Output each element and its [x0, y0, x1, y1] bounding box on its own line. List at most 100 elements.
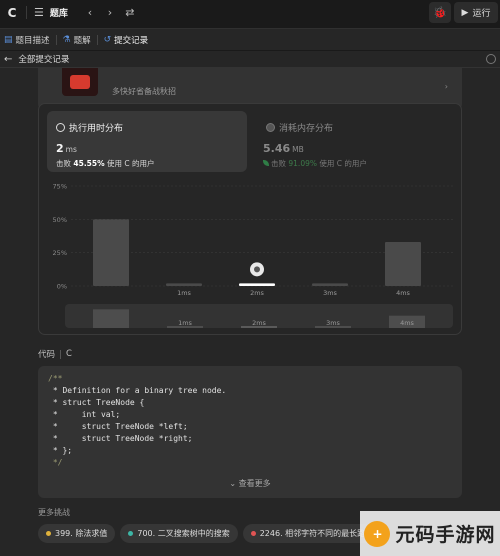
code-line: * int val; — [48, 410, 121, 419]
next-problem-icon[interactable]: › — [100, 6, 120, 19]
memory-title-text: 消耗内存分布 — [279, 124, 334, 134]
play-icon: ▶ — [461, 7, 469, 18]
code-line: * struct TreeNode *left; — [48, 422, 188, 431]
code-line: * struct TreeNode *right; — [48, 434, 193, 443]
runtime-title: 执行用时分布 — [56, 121, 123, 134]
runtime-value: 2 ms — [56, 142, 77, 155]
difficulty-dot — [46, 531, 51, 536]
flask-icon: ⚗ — [62, 34, 71, 45]
tab-label: 题解 — [73, 35, 91, 46]
histogram-bar[interactable] — [93, 219, 129, 286]
back-row: ← 全部提交记录 — [0, 51, 500, 68]
settings-icon[interactable] — [486, 54, 496, 64]
histogram-scroll-preview[interactable]: 1ms 2ms 3ms 4ms — [65, 304, 453, 328]
divider — [60, 349, 62, 359]
code-line: /** — [48, 374, 63, 383]
list-icon[interactable]: ☰ — [34, 6, 44, 19]
tab-description[interactable]: ▤ 题目描述 — [0, 34, 54, 46]
challenge-list: 399. 除法求值 700. 二叉搜索树中的搜索 2246. 相邻字符不同的最长… — [38, 524, 382, 543]
memory-title: 消耗内存分布 — [266, 121, 333, 134]
divider — [55, 34, 57, 45]
memory-value: 5.46 MB — [263, 142, 304, 155]
achievement-text: 多快好省备战秋招 — [112, 87, 176, 96]
debug-button[interactable]: 🐞 — [429, 2, 451, 23]
histogram-svg: 75% 50% 25% 0% 1ms 2ms 3ms 4ms — [53, 183, 453, 296]
badge-image — [70, 75, 90, 89]
chevron-right-icon: › — [444, 82, 448, 91]
leaf-icon — [263, 160, 269, 166]
all-submissions-link[interactable]: 全部提交记录 — [18, 53, 69, 65]
tab-submissions[interactable]: ↺ 提交记录 — [100, 34, 153, 46]
y-tick-label: 75% — [53, 183, 67, 191]
memory-number: 5.46 — [263, 142, 291, 155]
x-tick-label: 1ms — [177, 289, 191, 296]
performance-distribution: 执行用时分布 2 ms 击败 45.55% 使用 C 的用户 消耗内存分布 5.4… — [38, 103, 462, 335]
challenge-chip[interactable]: 700. 二叉搜索树中的搜索 — [120, 524, 238, 543]
beat-prefix: 击败 — [271, 159, 286, 168]
code-line: */ — [48, 458, 63, 467]
divider — [26, 6, 27, 19]
memory-card[interactable]: 消耗内存分布 5.46 MB 击败 91.09% 使用 C 的用户 — [257, 111, 457, 172]
histogram-bar[interactable] — [385, 242, 421, 286]
beat-prefix: 击败 — [56, 159, 71, 168]
challenge-title: 399. 除法求值 — [55, 529, 108, 538]
problem-list-title[interactable]: 题库 — [50, 6, 68, 19]
runtime-histogram: 75% 50% 25% 0% 1ms 2ms 3ms 4ms — [39, 176, 463, 296]
divider — [96, 34, 98, 45]
run-label: 运行 — [472, 9, 491, 19]
bug-icon: 🐞 — [433, 6, 447, 19]
history-icon: ↺ — [103, 34, 112, 45]
site-watermark: + 元码手游网 — [360, 511, 500, 556]
histogram-bar[interactable] — [166, 283, 202, 286]
difficulty-dot — [128, 531, 134, 536]
beat-suffix: 使用 C 的用户 — [319, 159, 367, 168]
code-line: * struct TreeNode { — [48, 398, 145, 407]
tab-solutions[interactable]: ⚗ 题解 — [59, 34, 95, 46]
histogram-bar[interactable] — [312, 283, 348, 286]
runtime-title-text: 执行用时分布 — [69, 124, 124, 134]
code-block[interactable]: /** * Definition for a binary tree node.… — [38, 366, 462, 498]
x-tick-label: 3ms — [323, 289, 337, 296]
more-challenges-label: 更多挑战 — [38, 508, 70, 517]
show-more-label: 查看更多 — [238, 479, 271, 488]
runtime-beat: 击败 45.55% 使用 C 的用户 — [56, 158, 155, 169]
y-tick-label: 50% — [53, 216, 67, 224]
back-arrow-icon[interactable]: ← — [4, 54, 12, 65]
watermark-logo-icon: + — [364, 520, 391, 547]
prev-problem-icon[interactable]: ‹ — [80, 6, 100, 19]
beat-percent: 45.55% — [73, 159, 105, 168]
show-more-button[interactable]: ⌄ 查看更多 — [38, 478, 462, 489]
watermark-text: 元码手游网 — [395, 524, 496, 546]
challenge-chip[interactable]: 399. 除法求值 — [38, 524, 116, 543]
y-tick-label: 25% — [53, 249, 67, 257]
x-tick-label: 4ms — [396, 289, 410, 296]
runtime-unit: ms — [65, 145, 77, 154]
tab-label: 题目描述 — [15, 35, 50, 46]
histogram-bar[interactable] — [239, 283, 275, 286]
memory-icon — [266, 123, 275, 132]
chevron-down-icon: ⌄ — [229, 479, 237, 488]
top-bar: C ☰ 题库 ‹ › ⇄ 🐞 ▶ 运行 — [0, 0, 500, 25]
preview-tick-label: 3ms — [326, 319, 340, 327]
challenge-title: 2246. 相邻字符不同的最长路径 — [259, 529, 374, 538]
achievement-badge — [62, 68, 98, 96]
code-line: * Definition for a binary tree node. — [48, 386, 227, 395]
beat-percent: 91.09% — [288, 159, 317, 168]
difficulty-dot — [250, 531, 256, 536]
preview-bar — [93, 309, 129, 328]
preview-tick-label: 1ms — [178, 319, 192, 327]
code-section-label: 代码 C — [38, 348, 72, 360]
runtime-card[interactable]: 执行用时分布 2 ms 击败 45.55% 使用 C 的用户 — [47, 111, 247, 172]
memory-beat: 击败 91.09% 使用 C 的用户 — [263, 158, 367, 169]
shuffle-icon[interactable]: ⇄ — [120, 6, 140, 19]
memory-unit: MB — [292, 145, 304, 154]
run-button[interactable]: ▶ 运行 — [454, 2, 498, 23]
x-tick-label: 2ms — [250, 289, 264, 296]
panel-tabs: ▤ 题目描述 ⚗ 题解 ↺ 提交记录 — [0, 28, 500, 50]
runtime-number: 2 — [56, 142, 64, 155]
code-line: * }; — [48, 446, 73, 455]
leetcode-logo-icon[interactable]: C — [4, 5, 20, 21]
tab-label: 提交记录 — [114, 35, 149, 46]
code-language: C — [66, 349, 72, 359]
preview-svg: 1ms 2ms 3ms 4ms — [93, 309, 425, 328]
